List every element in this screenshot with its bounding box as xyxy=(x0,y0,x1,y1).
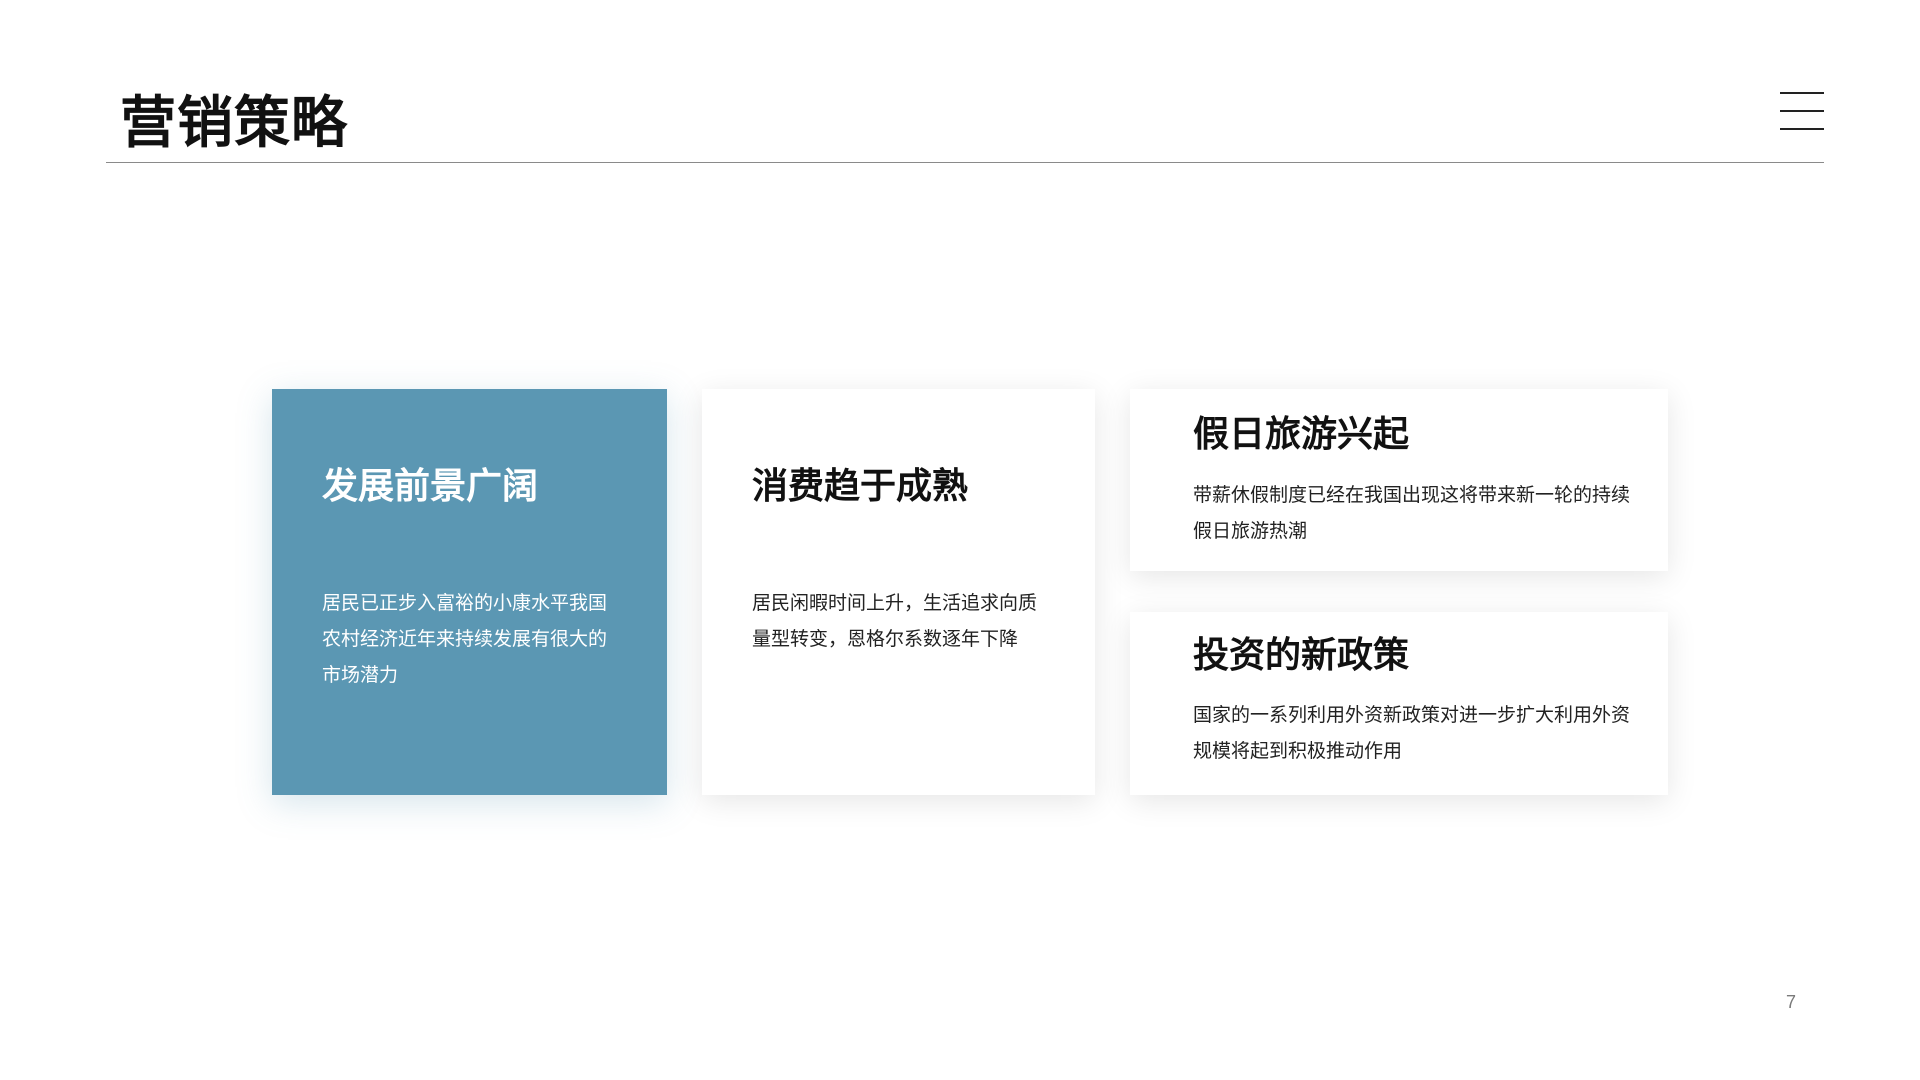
card-development-prospects: 发展前景广阔 居民已正步入富裕的小康水平我国农村经济近年来持续发展有很大的市场潜… xyxy=(272,389,667,795)
page-number: 7 xyxy=(1786,992,1797,1012)
slide: 营销策略 发展前景广阔 居民已正步入富裕的小康水平我国农村经济近年来持续发展有很… xyxy=(0,0,1920,1080)
card-holiday-tourism: 假日旅游兴起 带薪休假制度已经在我国出现这将带来新一轮的持续假日旅游热潮 xyxy=(1130,389,1668,571)
card-body: 居民闲暇时间上升，生活追求向质量型转变，恩格尔系数逐年下降 xyxy=(752,592,1038,650)
menu-icon-bar xyxy=(1780,128,1824,130)
card-investment-policy: 投资的新政策 国家的一系列利用外资新政策对进一步扩大利用外资规模将起到积极推动作… xyxy=(1130,612,1668,795)
card-title: 发展前景广阔 xyxy=(322,466,539,507)
card-body: 居民已正步入富裕的小康水平我国农村经济近年来持续发展有很大的市场潜力 xyxy=(322,592,608,686)
card-title: 投资的新政策 xyxy=(1193,635,1410,676)
card-title: 消费趋于成熟 xyxy=(752,466,969,507)
page-title: 营销策略 xyxy=(120,91,348,156)
title-divider xyxy=(106,162,1824,163)
card-body: 带薪休假制度已经在我国出现这将带来新一轮的持续假日旅游热潮 xyxy=(1193,484,1631,542)
card-body: 国家的一系列利用外资新政策对进一步扩大利用外资规模将起到积极推动作用 xyxy=(1193,704,1631,762)
menu-icon-bar xyxy=(1780,92,1824,94)
menu-icon-bar xyxy=(1780,110,1824,112)
card-title: 假日旅游兴起 xyxy=(1193,414,1410,455)
hamburger-menu-icon[interactable] xyxy=(1780,92,1824,132)
card-consumption-maturity: 消费趋于成熟 居民闲暇时间上升，生活追求向质量型转变，恩格尔系数逐年下降 xyxy=(702,389,1095,795)
